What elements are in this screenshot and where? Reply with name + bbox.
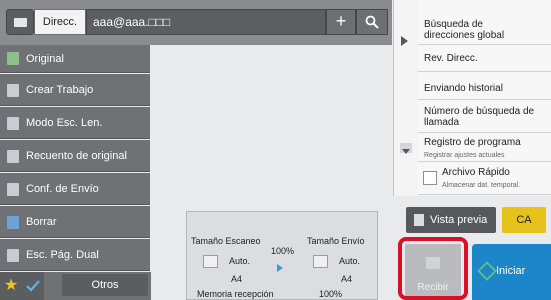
preview-button[interactable]: Vista previa <box>406 207 496 233</box>
job-build-icon <box>7 84 19 97</box>
search-icon <box>365 15 379 29</box>
menu-item-label: Esc. Pág. Dual <box>26 249 99 261</box>
checkbox-icon <box>423 171 437 185</box>
right-item-sublabel: Almacenar dat. temporal. <box>442 182 521 189</box>
scan-paper-value: A4 <box>231 274 243 284</box>
menu-item-label: Modo Esc. Len. <box>26 117 103 129</box>
right-item-label: Rev. Direcc. <box>424 53 478 64</box>
panel-collapse-arrow-icon[interactable] <box>400 34 410 46</box>
menu-item-crear-trabajo[interactable]: Crear Trabajo <box>0 74 150 106</box>
start-icon <box>477 261 497 281</box>
menu-item-conf-envio[interactable]: Conf. de Envío <box>0 173 150 205</box>
favorites-button[interactable]: ★ <box>0 272 22 300</box>
menu-item-modo-esc-len[interactable]: Modo Esc. Len. <box>0 107 150 139</box>
right-item-label: Archivo Rápido <box>442 167 510 178</box>
add-address-button[interactable]: + <box>326 9 356 35</box>
right-item-busqueda-global[interactable]: Búsqueda de direcciones global <box>418 0 551 45</box>
erase-icon <box>7 216 19 229</box>
preview-label: Vista previa <box>430 214 488 226</box>
ratio-value: 100% <box>271 246 295 256</box>
address-book-button[interactable] <box>6 9 34 35</box>
send-size-label: Tamaño Envío <box>307 236 365 246</box>
address-book-icon <box>14 18 27 27</box>
memory-value: 100% <box>319 289 343 299</box>
right-item-rev-direcc[interactable]: Rev. Direcc. <box>418 46 551 72</box>
right-item-label: Enviando historial <box>424 83 503 94</box>
menu-item-esc-pag-dual[interactable]: Esc. Pág. Dual <box>0 239 150 271</box>
menu-item-label: Crear Trabajo <box>26 84 94 96</box>
right-item-label: Búsqueda de direcciones global <box>424 19 505 41</box>
menu-item-borrar[interactable]: Borrar <box>0 206 150 238</box>
status-panel: Tamaño Escaneo Tamaño Envío 100% Auto. A… <box>186 211 378 300</box>
star-icon: ★ <box>3 277 19 294</box>
paper-icon <box>313 255 328 268</box>
right-item-archivo-rapido[interactable]: Archivo Rápido Almacenar dat. temporal. <box>418 163 551 195</box>
send-settings-icon <box>7 183 19 196</box>
scroll-down-arrow-icon[interactable] <box>400 143 412 154</box>
menu-item-label: Recuento de original <box>26 150 127 162</box>
highlight-frame <box>398 237 468 300</box>
direcc-button[interactable]: Direcc. <box>34 9 86 35</box>
right-item-sublabel: Registrar ajustes actuales <box>424 152 505 159</box>
dual-page-icon <box>7 249 19 262</box>
right-item-label: Número de búsqueda de llamada <box>424 106 535 128</box>
start-label: Iniciar <box>496 265 526 277</box>
menu-item-label: Original <box>26 53 64 65</box>
menu-item-label: Conf. de Envío <box>26 183 99 195</box>
slow-scan-icon <box>7 117 19 130</box>
right-item-registro-programa[interactable]: Registro de programa Registrar ajustes a… <box>418 134 551 162</box>
search-button[interactable] <box>356 9 388 35</box>
right-item-busqueda-llamada[interactable]: Número de búsqueda de llamada <box>418 101 551 133</box>
preview-icon <box>414 214 424 226</box>
check-icon <box>26 280 40 292</box>
menu-item-original[interactable]: Original <box>0 45 150 73</box>
original-count-icon <box>7 150 19 163</box>
check-button[interactable] <box>22 272 44 300</box>
clear-all-button[interactable]: CA <box>502 207 546 233</box>
menu-item-recuento-original[interactable]: Recuento de original <box>0 140 150 172</box>
right-item-label: Registro de programa <box>424 137 521 148</box>
send-paper-value: A4 <box>341 274 353 284</box>
otros-button[interactable]: Otros <box>62 274 148 296</box>
memory-label: Memoria recepción <box>197 289 274 299</box>
paper-icon <box>203 255 218 268</box>
scan-auto-value: Auto. <box>229 256 251 266</box>
start-button[interactable]: Iniciar <box>472 244 551 300</box>
scan-size-label: Tamaño Escaneo <box>191 236 261 246</box>
original-icon <box>7 52 19 65</box>
address-input[interactable]: aaa@aaa.□□□ <box>86 9 326 35</box>
right-item-enviando-historial[interactable]: Enviando historial <box>418 73 551 100</box>
arrow-right-icon <box>277 264 283 272</box>
menu-item-label: Borrar <box>26 216 57 228</box>
send-auto-value: Auto. <box>339 256 361 266</box>
